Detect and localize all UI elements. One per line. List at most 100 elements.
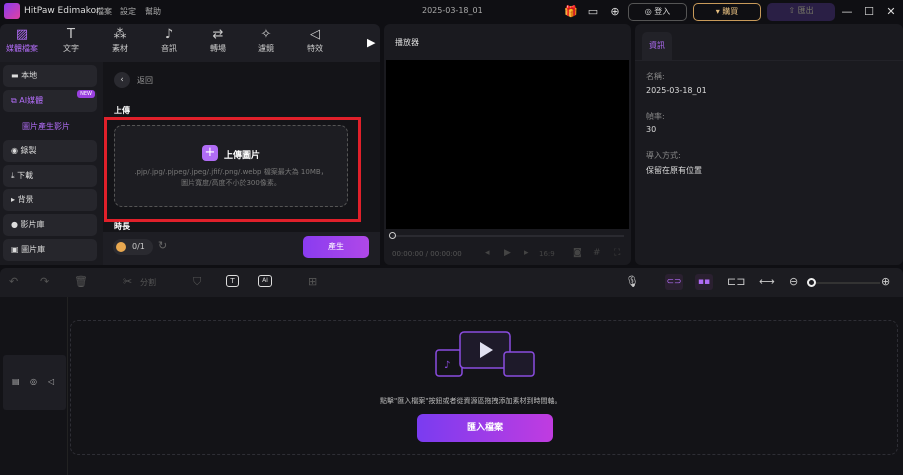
snapshot-icon[interactable]: ◙	[573, 248, 582, 258]
back-link[interactable]: 返回	[137, 75, 153, 86]
video-preview	[386, 60, 629, 229]
track-divider	[67, 297, 68, 475]
export-button[interactable]: ⇧ 匯出	[767, 3, 835, 21]
split-button[interactable]: 分割	[140, 277, 156, 288]
duration-heading: 時長	[114, 222, 130, 231]
new-badge: NEW	[77, 90, 95, 98]
scrubber-handle[interactable]	[389, 232, 396, 239]
prev-frame-icon[interactable]: ◂	[485, 248, 490, 258]
text-icon: T	[67, 27, 75, 42]
sidebar-item-download[interactable]: ⤓ 下載	[3, 165, 97, 187]
zoom-out-icon[interactable]: ⊖	[789, 275, 798, 288]
info-panel: 資訊 名稱: 2025-03-18_01 幀率: 30 導入方式: 保留在原有位…	[635, 24, 903, 265]
project-name: 2025-03-18_01	[422, 6, 483, 15]
folder-icon: ▬	[11, 71, 22, 80]
close-icon[interactable]: ✕	[884, 5, 898, 19]
login-button[interactable]: ◎ 登入	[628, 3, 687, 21]
filter-icon: ✧	[260, 27, 272, 42]
title-bar: HitPaw Edimakor 檔案 設定 幫助 2025-03-18_01 🎁…	[0, 0, 903, 24]
crop-icon[interactable]: #	[593, 248, 601, 258]
tab-effect[interactable]: ◁ 特效	[295, 27, 335, 54]
sidebar-item-ai-media[interactable]: ⧉ AI媒體 NEW	[3, 90, 97, 112]
tab-audio[interactable]: ♪ 音訊	[149, 27, 189, 54]
mask-icon[interactable]: ⛉	[193, 275, 201, 289]
snap-icon[interactable]: ▪▪	[695, 274, 713, 290]
ai-coin-icon	[116, 242, 126, 252]
elements-icon: ⁂	[113, 27, 127, 42]
generate-button[interactable]: 產生	[303, 236, 369, 258]
scroll-right-icon[interactable]: ▶	[367, 36, 375, 49]
highlight-box	[104, 117, 361, 222]
fit-icon[interactable]: ⟷	[759, 275, 775, 288]
sidebar-item-local[interactable]: ▬ 本地	[3, 65, 97, 87]
delete-icon[interactable]: 🗑	[74, 275, 88, 288]
play-icon[interactable]: ▶	[504, 248, 511, 258]
microphone-icon[interactable]: 🎙	[625, 275, 639, 288]
fps-label: 幀率:	[646, 112, 665, 121]
import-method-label: 導入方式:	[646, 151, 681, 160]
video-library-icon: ●	[11, 220, 21, 229]
svg-text:♪: ♪	[444, 360, 450, 371]
name-label: 名稱:	[646, 72, 665, 81]
zoom-slider[interactable]	[812, 282, 880, 284]
gift-icon[interactable]: 🎁	[564, 5, 578, 19]
split-track-icon[interactable]: ⊏⊐	[727, 275, 745, 288]
music-icon: ♪	[164, 27, 174, 42]
timeline-hint: 點擊"匯入檔案"按鈕或者從資源區拖拽添加素材到時間軸。	[380, 397, 562, 405]
image-library-icon: ▣	[11, 245, 22, 254]
time-display: 00:00:00 / 00:00:00	[392, 250, 462, 258]
user-icon: ◎	[644, 7, 655, 16]
media-icon: ▨	[15, 27, 29, 42]
track-header: ▤ ◎ ◁	[3, 355, 66, 410]
import-file-button[interactable]: 匯入檔案	[417, 414, 553, 442]
sidebar-item-video-library[interactable]: ● 影片庫	[3, 214, 97, 236]
track-mute-icon[interactable]: ◁	[48, 377, 54, 386]
app-title: HitPaw Edimakor	[24, 6, 100, 16]
menu-settings[interactable]: 設定	[120, 6, 136, 17]
tab-media[interactable]: ▨ 媒體檔案	[2, 27, 42, 54]
credits-pill: 0/1	[113, 239, 153, 255]
minimize-icon[interactable]: —	[840, 5, 854, 19]
add-track-icon[interactable]: ⊞	[308, 275, 317, 288]
import-method-value: 保留在原有位置	[646, 166, 702, 175]
sidebar-subitem-image-to-video[interactable]: 圖片產生影片	[22, 121, 70, 132]
refresh-icon[interactable]: ↻	[158, 239, 167, 252]
menu-file[interactable]: 檔案	[96, 6, 112, 17]
fps-value: 30	[646, 125, 657, 134]
player-title: 播放器	[395, 38, 419, 47]
tab-info[interactable]: 資訊	[642, 32, 672, 60]
sidebar-item-record[interactable]: ◉ 錄製	[3, 140, 97, 162]
ai-subtitle-icon[interactable]: AI	[258, 275, 272, 287]
zoom-slider-handle[interactable]	[807, 278, 816, 287]
text-to-speech-icon[interactable]: T	[226, 275, 239, 287]
back-icon[interactable]: ‹	[114, 72, 130, 88]
tab-filter[interactable]: ✧ 濾鏡	[246, 27, 286, 54]
name-value: 2025-03-18_01	[646, 86, 707, 95]
feedback-icon[interactable]: ▭	[586, 5, 600, 19]
tab-transition[interactable]: ⇄ 轉場	[198, 27, 238, 54]
zoom-in-icon[interactable]: ⊕	[881, 275, 890, 288]
link-icon[interactable]: ⊂⊃	[665, 274, 683, 290]
download-icon[interactable]: ⊕	[608, 5, 622, 19]
scissors-icon[interactable]: ✂	[123, 275, 132, 288]
app-logo	[4, 3, 20, 19]
next-frame-icon[interactable]: ▸	[524, 248, 529, 258]
export-icon: ⇧	[788, 6, 798, 15]
media-illustration-icon: ♪	[435, 331, 535, 377]
tab-text[interactable]: T 文字	[51, 27, 91, 54]
track-lock-icon[interactable]: ▤	[12, 377, 20, 386]
menu-help[interactable]: 幫助	[145, 6, 161, 17]
undo-icon[interactable]: ↶	[9, 275, 18, 288]
scrubber[interactable]	[392, 235, 624, 237]
sidebar-item-background[interactable]: ▸ 背景	[3, 189, 97, 211]
aspect-ratio-select[interactable]: 16:9	[539, 250, 555, 258]
fullscreen-icon[interactable]: ⛶	[614, 248, 620, 258]
redo-icon[interactable]: ↷	[40, 275, 49, 288]
media-toolbar: ▨ 媒體檔案 T 文字 ⁂ 素材 ♪ 音訊 ⇄ 轉場 ✧ 濾鏡 ◁ 特效 ▶	[0, 24, 380, 62]
generate-bar: 0/1 ↻ 產生	[103, 232, 380, 265]
buy-button[interactable]: ▾ 購買	[693, 3, 761, 21]
maximize-icon[interactable]: ☐	[862, 5, 876, 19]
sidebar-item-image-library[interactable]: ▣ 圖片庫	[3, 239, 97, 261]
tab-elements[interactable]: ⁂ 素材	[100, 27, 140, 54]
track-visibility-icon[interactable]: ◎	[30, 377, 37, 386]
